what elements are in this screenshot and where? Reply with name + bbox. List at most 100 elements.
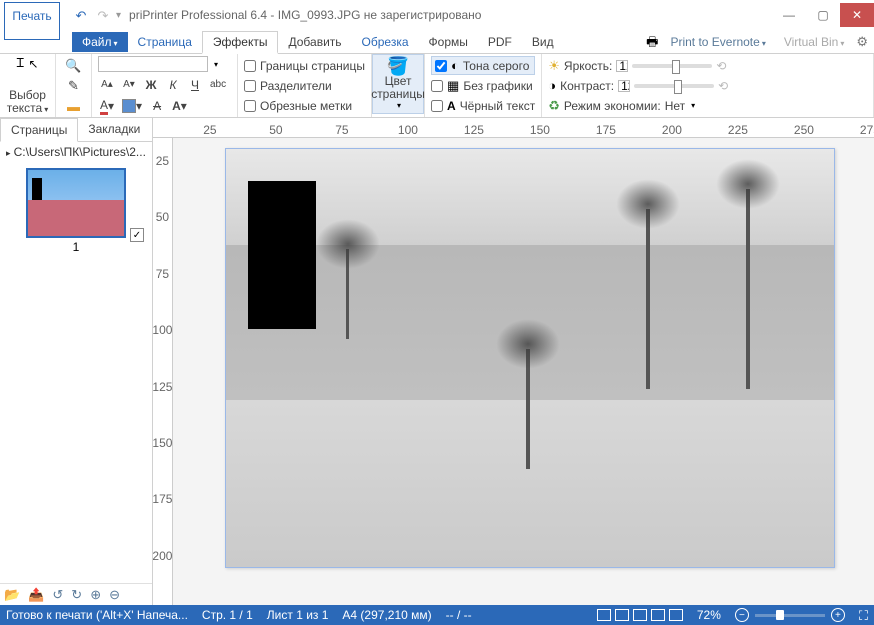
separators-check[interactable] — [244, 80, 256, 92]
page-viewport[interactable] — [173, 138, 874, 605]
zoom-out-button[interactable]: − — [735, 608, 749, 622]
open-icon[interactable]: 📂 — [4, 588, 20, 601]
font-size-down[interactable]: A▾ — [120, 76, 138, 94]
view-mode-3[interactable] — [633, 609, 647, 621]
maximize-button[interactable]: ▢ — [806, 3, 840, 27]
print-target-dropdown[interactable]: Print to Evernote▾ — [664, 33, 771, 51]
zoom-out-icon[interactable]: ⊖ — [109, 588, 120, 601]
view-mode-2[interactable] — [615, 609, 629, 621]
ruler-tick: 125 — [153, 380, 173, 436]
eyedropper-icon[interactable]: ✎ — [62, 77, 85, 95]
zoom-slider[interactable] — [755, 614, 825, 617]
ruler-tick: 125 — [441, 123, 507, 137]
ruler-tick: 100 — [375, 123, 441, 137]
rotate-left-icon[interactable]: ↺ — [52, 588, 63, 601]
brightness-label: Яркость: — [564, 59, 612, 73]
page[interactable] — [225, 148, 835, 568]
tab-pdf[interactable]: PDF — [478, 32, 522, 52]
chevron-down-icon[interactable]: ▾ — [214, 60, 218, 69]
view-mode-1[interactable] — [597, 609, 611, 621]
qat-dropdown[interactable]: ▾ — [116, 10, 121, 21]
contrast-input[interactable] — [618, 80, 630, 92]
print-button[interactable]: Печать — [4, 2, 60, 40]
eco-icon: ♻ — [548, 99, 560, 112]
contrast-slider[interactable] — [634, 84, 714, 88]
grayscale-label: Тона серого — [463, 59, 530, 73]
ribbon: Ꮖ ↖ Выбор текста▾ 🔍 ✎ ▬ ▾ A▴ A▾ Ж К Ч ab… — [0, 54, 874, 118]
strikethrough-button[interactable]: A — [148, 97, 166, 115]
tab-file[interactable]: Файл▾ — [72, 32, 128, 52]
view-mode-icons — [597, 609, 683, 621]
ruler-tick: 200 — [639, 123, 705, 137]
ribbon-group-adjust: ☀ Яркость: ⟲ ◑ Контраст: ⟲ ♻ Режим эконо… — [542, 54, 874, 117]
contrast-label: Контраст: — [560, 79, 614, 93]
gear-icon[interactable]: ⚙ — [856, 35, 868, 48]
text-cursor-icon[interactable]: Ꮖ — [17, 56, 25, 71]
redo-button[interactable]: ↷ — [94, 6, 112, 24]
page-thumbnail[interactable] — [26, 168, 126, 238]
nographics-check[interactable] — [431, 80, 443, 92]
tab-effects[interactable]: Эффекты — [202, 31, 279, 54]
underline-button[interactable]: Ч — [186, 76, 204, 94]
text-style-button[interactable]: abc — [208, 76, 228, 94]
brightness-reset[interactable]: ⟲ — [716, 59, 726, 73]
close-button[interactable]: ✕ — [840, 3, 874, 27]
arrow-cursor-icon[interactable]: ↖ — [28, 57, 38, 71]
view-mode-5[interactable] — [669, 609, 683, 621]
bold-button[interactable]: Ж — [142, 76, 160, 94]
titlebar: Печать ↶ ↷ ▾ priPrinter Professional 6.4… — [0, 0, 874, 30]
grayscale-check[interactable] — [435, 60, 447, 72]
menu-right: 🖶 Print to Evernote▾ Virtual Bin▾ ⚙ — [646, 33, 874, 51]
chevron-down-icon: ▾ — [762, 39, 766, 48]
left-toolbar: 📂 📤 ↺ ↻ ⊕ ⊖ — [0, 583, 152, 605]
ruler-tick: 150 — [153, 436, 173, 492]
tab-pages[interactable]: Страницы — [0, 118, 78, 142]
ribbon-group-pagecolor: 🪣 Цвет страницы▾ — [372, 54, 425, 117]
page-color-button[interactable]: 🪣 Цвет страницы▾ — [372, 54, 424, 114]
brightness-icon: ☀ — [548, 59, 560, 72]
chevron-down-icon[interactable]: ▾ — [44, 105, 48, 114]
thumbnail-label: 1 — [6, 240, 146, 254]
chevron-down-icon[interactable]: ▾ — [691, 101, 695, 110]
redaction-box[interactable] — [248, 181, 316, 329]
tab-add[interactable]: Добавить — [278, 32, 351, 52]
left-panel: Страницы Закладки ▸ C:\Users\ПК\Pictures… — [0, 118, 153, 605]
italic-button[interactable]: К — [164, 76, 182, 94]
brightness-input[interactable] — [616, 60, 628, 72]
contrast-icon: ◑ — [548, 79, 556, 92]
rotate-right-icon[interactable]: ↻ — [71, 588, 82, 601]
ribbon-group-borders: Границы страницы Разделители Обрезные ме… — [238, 54, 372, 117]
blacktext-check[interactable] — [431, 100, 443, 112]
cropmarks-check[interactable] — [244, 100, 256, 112]
highlight-icon[interactable]: ▬ — [62, 97, 85, 115]
brightness-slider[interactable] — [632, 64, 712, 68]
contrast-reset[interactable]: ⟲ — [718, 79, 728, 93]
thumbnail-checkbox[interactable]: ✓ — [130, 228, 144, 242]
borders-label: Границы страницы — [260, 59, 365, 73]
fit-screen-icon[interactable]: ⛶ — [859, 609, 868, 622]
binoculars-icon[interactable]: 🔍 — [62, 56, 85, 74]
undo-button[interactable]: ↶ — [72, 6, 90, 24]
view-mode-4[interactable] — [651, 609, 665, 621]
tab-forms[interactable]: Формы — [419, 32, 478, 52]
font-size-up[interactable]: A▴ — [98, 76, 116, 94]
cropmarks-label: Обрезные метки — [260, 99, 352, 113]
status-coords: -- / -- — [446, 608, 472, 622]
zoom-in-button[interactable]: + — [831, 608, 845, 622]
thumbnail-list: ✓ 1 — [0, 162, 152, 260]
font-family-select[interactable] — [98, 56, 208, 72]
borders-check[interactable] — [244, 60, 256, 72]
virtual-bin-dropdown[interactable]: Virtual Bin▾ — [778, 33, 851, 51]
tab-crop[interactable]: Обрезка — [352, 32, 419, 52]
tab-bookmarks[interactable]: Закладки — [78, 118, 150, 141]
tab-page[interactable]: Страница — [128, 32, 202, 52]
export-icon[interactable]: 📤 — [28, 588, 44, 601]
tab-view[interactable]: Вид — [522, 32, 564, 52]
zoom-in-icon[interactable]: ⊕ — [90, 588, 101, 601]
fill-color-button[interactable]: ▾ — [120, 97, 144, 115]
minimize-button[interactable]: — — [772, 3, 806, 27]
font-color-button[interactable]: A▾ — [98, 97, 116, 115]
body: Страницы Закладки ▸ C:\Users\ПК\Pictures… — [0, 118, 874, 605]
text-color2-button[interactable]: A▾ — [170, 97, 189, 115]
file-path[interactable]: ▸ C:\Users\ПК\Pictures\2... — [0, 142, 152, 162]
